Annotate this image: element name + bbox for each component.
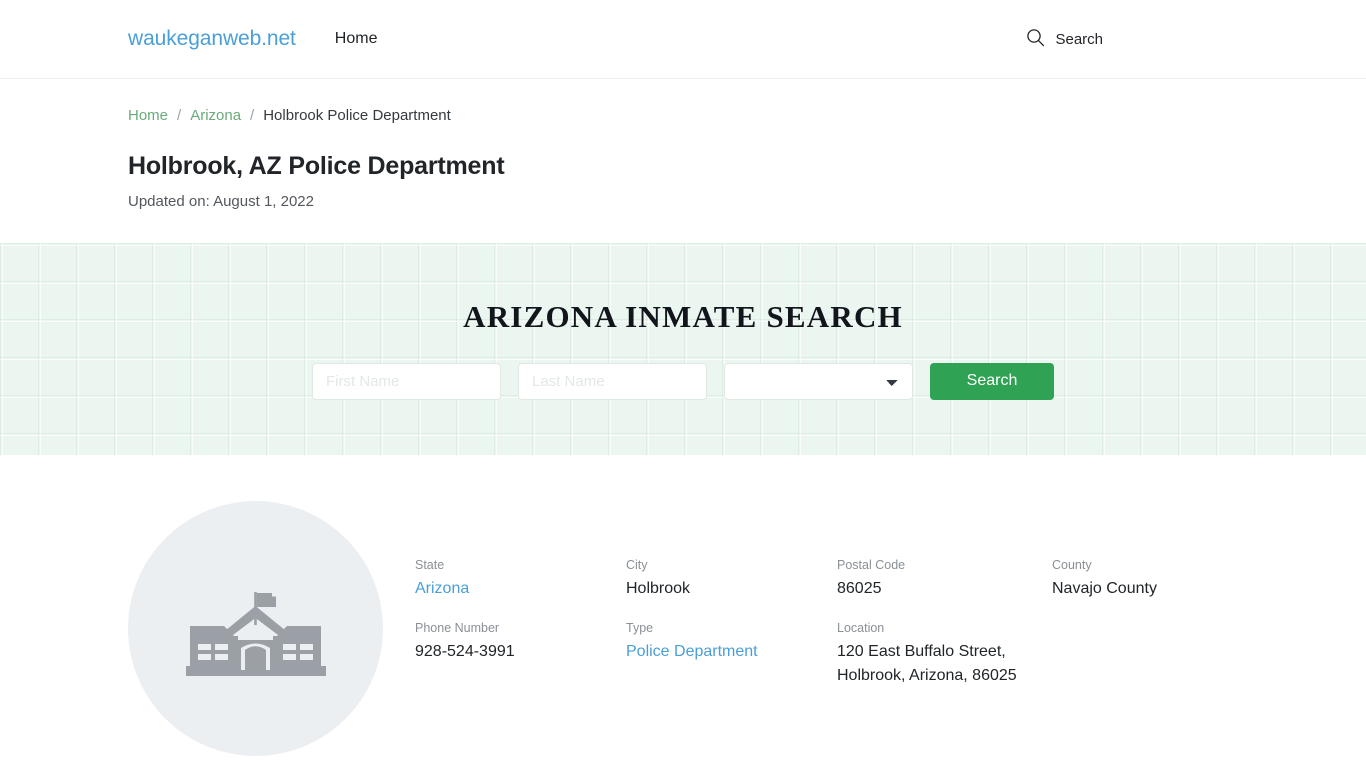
county-select[interactable]: [724, 362, 913, 400]
inmate-search-submit-button[interactable]: Search: [930, 362, 1054, 400]
site-logo[interactable]: waukeganweb.net: [128, 27, 296, 51]
field-value: Navajo County: [1052, 580, 1157, 597]
page-top: Home / Arizona / Holbrook Police Departm…: [0, 79, 1366, 210]
search-icon: [1026, 28, 1045, 51]
facility-field-type: Type Police Department: [626, 619, 837, 688]
inmate-search-form: Search: [312, 362, 1054, 400]
field-value: Police Department: [626, 640, 837, 664]
facility-avatar: [128, 501, 383, 756]
facility-field-state: State Arizona: [415, 556, 626, 601]
state-link[interactable]: Arizona: [415, 580, 469, 597]
type-link[interactable]: Police Department: [626, 643, 758, 660]
field-label: County: [1052, 558, 1092, 572]
government-building-icon: [185, 570, 326, 687]
last-name-input[interactable]: [518, 362, 707, 400]
header-right: Search: [1026, 28, 1238, 51]
facility-details-section: State Arizona City Holbrook Postal Code …: [0, 455, 1366, 756]
field-label: State: [415, 558, 445, 572]
header-search-button[interactable]: Search: [1026, 28, 1103, 51]
facility-field-phone-number: Phone Number 928-524-3991: [415, 619, 626, 688]
breadcrumb-separator: /: [250, 107, 255, 124]
facility-field-grid: State Arizona City Holbrook Postal Code …: [415, 501, 1312, 756]
breadcrumb-item-home[interactable]: Home: [128, 107, 168, 124]
field-label: Postal Code: [837, 558, 906, 572]
field-value: 928-524-3991: [415, 643, 515, 660]
facility-field-postal-code: Postal Code 86025: [837, 556, 1052, 601]
nav-item-home[interactable]: Home: [333, 26, 380, 52]
facility-field-county: County Navajo County: [1052, 556, 1312, 601]
primary-nav: Home: [333, 26, 380, 52]
field-label: Phone Number: [415, 621, 500, 635]
page-title: Holbrook, AZ Police Department: [128, 152, 505, 180]
site-header: waukeganweb.net Home Search: [0, 0, 1366, 79]
inmate-search-section: ARIZONA INMATE SEARCH Search: [0, 243, 1366, 455]
breadcrumb: Home / Arizona / Holbrook Police Departm…: [128, 107, 1238, 124]
page-updated-date: Updated on: August 1, 2022: [128, 193, 314, 210]
field-label: Type: [626, 621, 654, 635]
field-value-line-2: Holbrook, Arizona, 86025: [837, 667, 1017, 684]
first-name-input[interactable]: [312, 362, 501, 400]
facility-field-city: City Holbrook: [626, 556, 837, 601]
header-search-label: Search: [1055, 30, 1103, 48]
field-value: Holbrook: [626, 580, 691, 597]
field-value-line-1: 120 East Buffalo Street,: [837, 643, 1006, 660]
field-label: Location: [837, 621, 885, 635]
field-label: City: [626, 558, 648, 572]
breadcrumb-item-arizona[interactable]: Arizona: [190, 107, 241, 124]
breadcrumb-item-current: Holbrook Police Department: [263, 107, 451, 124]
inmate-search-title: ARIZONA INMATE SEARCH: [463, 298, 903, 334]
field-value: Arizona: [415, 577, 626, 601]
facility-field-location: Location 120 East Buffalo Street, Holbro…: [837, 619, 1052, 688]
field-value: 86025: [837, 580, 882, 597]
breadcrumb-separator: /: [177, 107, 182, 124]
